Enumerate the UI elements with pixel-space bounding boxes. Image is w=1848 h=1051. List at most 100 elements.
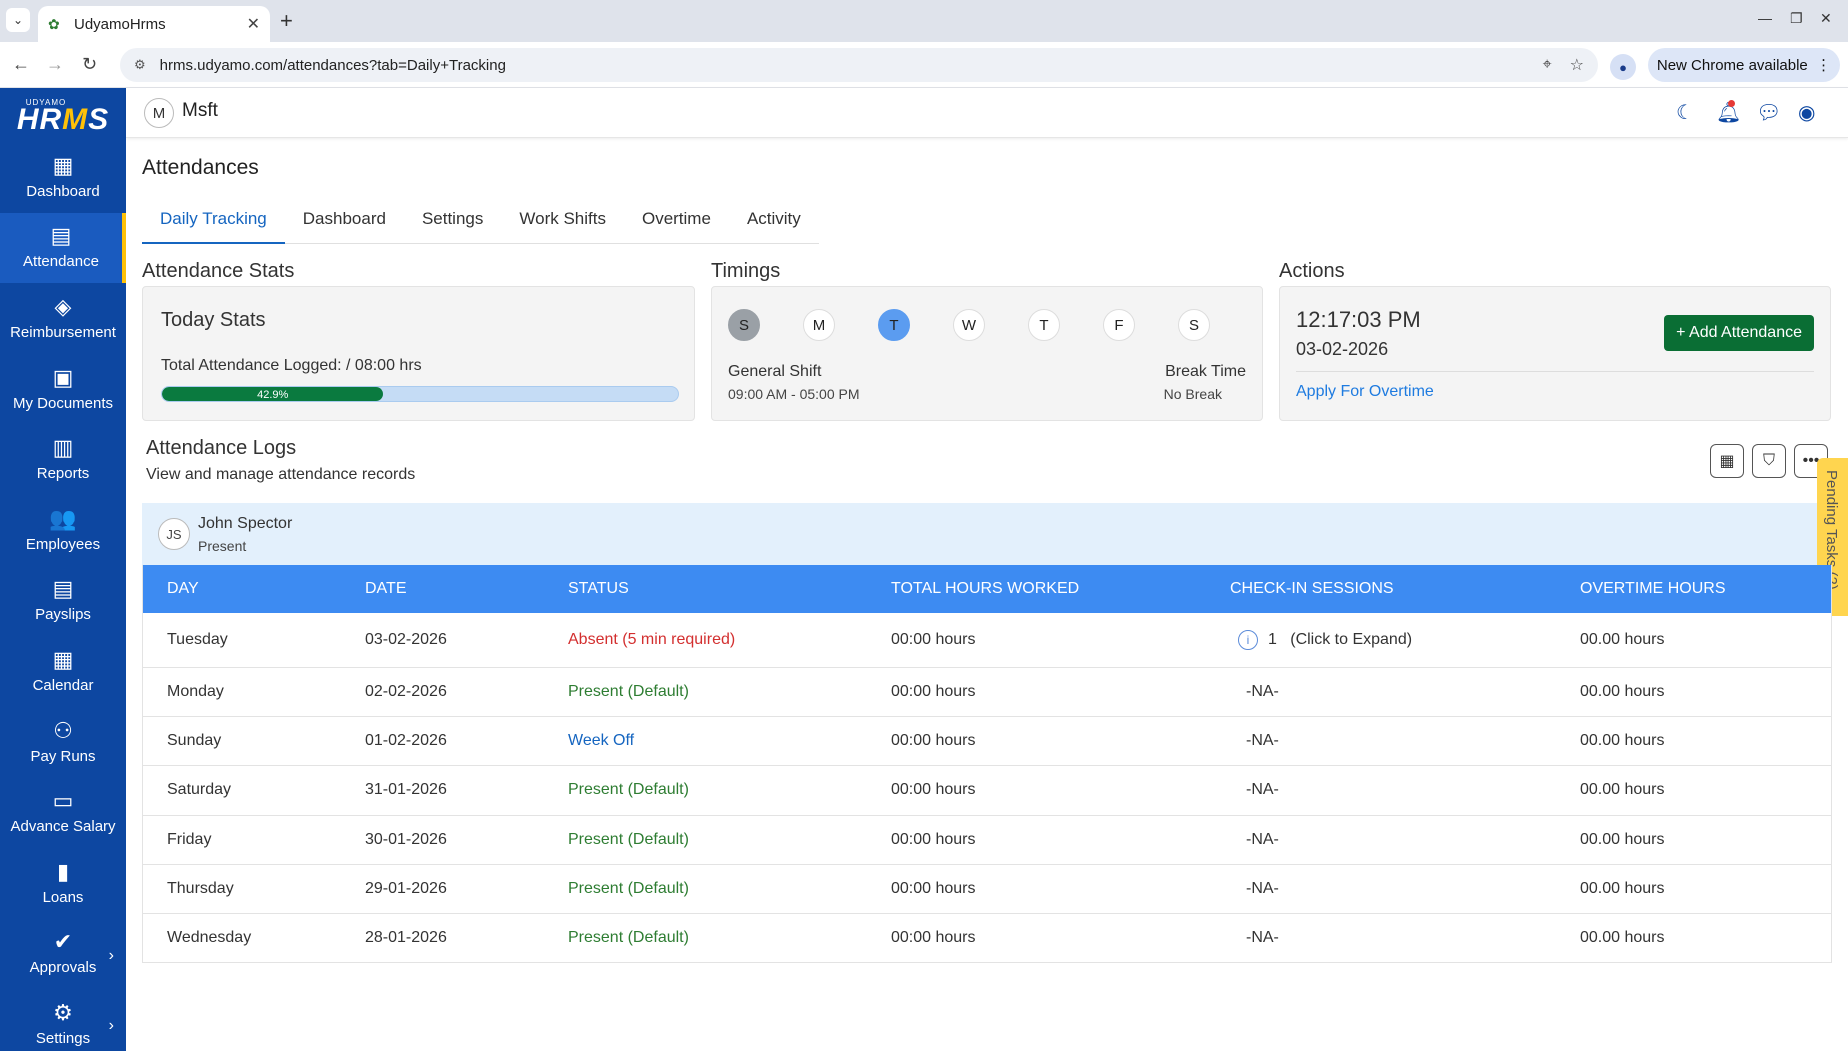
tab-overtime[interactable]: Overtime xyxy=(624,200,729,244)
tab-work-shifts[interactable]: Work Shifts xyxy=(501,200,624,244)
sidebar-item-my-documents[interactable]: ▣ My Documents xyxy=(0,354,126,425)
attendance-logs-title: Attendance Logs xyxy=(146,437,297,459)
sidebar-item-calendar[interactable]: ▦ Calendar xyxy=(0,636,126,707)
table-row[interactable]: Wednesday 28-01-2026 Present (Default) 0… xyxy=(143,913,1831,964)
sidebar-item-label: Dashboard xyxy=(26,182,100,200)
column-header-total-hours: TOTAL HOURS WORKED xyxy=(891,580,1080,597)
table-row[interactable]: Monday 02-02-2026 Present (Default) 00:0… xyxy=(143,668,1831,718)
people-icon: 👥 xyxy=(49,505,77,531)
close-window-icon[interactable]: ✕ xyxy=(1820,10,1832,27)
day-friday[interactable]: F xyxy=(1103,309,1135,341)
day-tuesday[interactable]: T xyxy=(878,309,910,341)
dashboard-icon: ▦ xyxy=(52,152,74,178)
sidebar-item-pay-runs[interactable]: ⚇ Pay Runs xyxy=(0,707,126,778)
chrome-update-button[interactable]: New Chrome available ⋮ xyxy=(1648,48,1840,82)
chart-icon: ▥ xyxy=(52,435,74,461)
location-icon[interactable]: ⌖ xyxy=(1543,56,1552,74)
chevron-right-icon: › xyxy=(108,1017,114,1035)
sidebar-item-attendance[interactable]: ▤ Attendance xyxy=(0,212,126,284)
table-row[interactable]: Thursday 29-01-2026 Present (Default) 00… xyxy=(143,864,1831,914)
day-sunday[interactable]: S xyxy=(728,309,760,341)
tab-search-chevron-icon[interactable]: ⌄ xyxy=(6,8,30,32)
chevron-right-icon: › xyxy=(108,946,114,964)
check-circle-icon: ✔ xyxy=(53,929,73,955)
day-monday[interactable]: M xyxy=(803,309,835,341)
cell-date: 28-01-2026 xyxy=(365,929,447,947)
new-tab-icon[interactable]: + xyxy=(280,8,293,34)
cell-sessions: -NA- xyxy=(1246,929,1279,947)
minimize-icon[interactable]: — xyxy=(1758,10,1772,26)
chat-icon[interactable]: 💬︎ xyxy=(1756,100,1781,125)
filter-button[interactable]: ⛉ xyxy=(1752,444,1786,478)
sidebar-item-loans[interactable]: ▮ Loans xyxy=(0,848,126,919)
apply-overtime-link[interactable]: Apply For Overtime xyxy=(1296,383,1434,401)
tab-activity[interactable]: Activity xyxy=(729,200,819,244)
sidebar-item-label: Employees xyxy=(25,535,101,553)
site-settings-icon[interactable]: ⚙ xyxy=(134,57,146,73)
url-field[interactable]: ⚙ hrms.udyamo.com/attendances?tab=Daily+… xyxy=(120,48,1598,82)
employee-avatar: JS xyxy=(158,518,190,550)
info-icon: i xyxy=(1238,630,1258,650)
cell-overtime: 00.00 hours xyxy=(1580,830,1665,848)
sidebar-item-label: My Documents xyxy=(12,394,114,412)
day-thursday[interactable]: T xyxy=(1028,309,1060,341)
sidebar-item-label: Pay Runs xyxy=(30,747,96,765)
tab-dashboard[interactable]: Dashboard xyxy=(285,200,404,244)
document-icon: ▣ xyxy=(52,364,74,390)
table-row[interactable]: Tuesday 03-02-2026 Absent (5 min require… xyxy=(143,613,1831,668)
sidebar-item-advance-salary[interactable]: ▭ Advance Salary xyxy=(0,777,126,848)
filter-funnel-icon: ⛉ xyxy=(1762,452,1775,469)
gear-icon: ⚙ xyxy=(53,999,73,1025)
back-icon[interactable]: ← xyxy=(12,54,30,75)
cell-day: Tuesday xyxy=(167,631,228,648)
cell-status: Present (Default) xyxy=(568,830,689,848)
user-account-icon[interactable]: ◉ xyxy=(1798,100,1815,125)
cell-day: Wednesday xyxy=(167,929,252,947)
sidebar-item-reports[interactable]: ▥ Reports xyxy=(0,424,126,495)
shift-name: General Shift xyxy=(728,363,822,380)
sidebar-item-reimbursement[interactable]: ◈ Reimbursement xyxy=(0,283,126,354)
logo[interactable]: UDYAMO HRMS xyxy=(0,88,126,142)
pay-runs-icon: ⚇ xyxy=(53,717,73,743)
forward-icon[interactable]: → xyxy=(46,54,64,75)
day-saturday[interactable]: S xyxy=(1178,309,1210,341)
sidebar-item-label: Reimbursement xyxy=(10,323,116,341)
cell-day: Sunday xyxy=(167,732,222,750)
cell-hours: 00:00 hours xyxy=(891,683,976,701)
calendar-filter-button[interactable]: ▦ xyxy=(1710,444,1744,478)
table-row[interactable]: Saturday 31-01-2026 Present (Default) 00… xyxy=(143,766,1831,816)
bookmark-star-icon[interactable]: ☆ xyxy=(1570,55,1584,75)
table-row[interactable]: Friday 30-01-2026 Present (Default) 00:0… xyxy=(143,815,1831,865)
sidebar: UDYAMO HRMS ▦ Dashboard ▤ Attendance ◈ Reim… xyxy=(0,88,126,1051)
cell-sessions: -NA- xyxy=(1246,732,1279,750)
profile-icon[interactable]: ● xyxy=(1610,54,1636,80)
sidebar-item-dashboard[interactable]: ▦ Dashboard xyxy=(0,142,126,213)
restore-icon[interactable]: ❐ xyxy=(1790,10,1803,27)
table-header: DAY DATE STATUS TOTAL HOURS WORKED CHECK… xyxy=(143,565,1831,613)
sidebar-item-settings[interactable]: ⚙ Settings › xyxy=(0,989,126,1051)
tab-settings[interactable]: Settings xyxy=(404,200,501,244)
cell-date: 02-02-2026 xyxy=(365,683,447,701)
dark-mode-moon-icon[interactable]: ☾ xyxy=(1676,100,1694,125)
sidebar-item-approvals[interactable]: ✔ Approvals › xyxy=(0,919,126,990)
divider xyxy=(1296,371,1814,372)
sidebar-item-label: Reports xyxy=(36,465,90,483)
notification-badge xyxy=(1728,100,1735,107)
cell-sessions: -NA- xyxy=(1246,879,1279,897)
browser-tab[interactable]: ✿ UdyamoHrms ✕ xyxy=(38,6,270,42)
sidebar-item-label: Attendance xyxy=(23,253,99,271)
employee-row[interactable]: JS John Spector Present xyxy=(142,503,1817,565)
cell-hours: 00:00 hours xyxy=(891,929,976,947)
org-avatar[interactable]: M xyxy=(144,98,174,128)
tab-daily-tracking[interactable]: Daily Tracking xyxy=(142,200,285,244)
sidebar-item-payslips[interactable]: ▤ Payslips xyxy=(0,566,126,637)
reload-icon[interactable]: ↻ xyxy=(82,54,97,75)
url-text: hrms.udyamo.com/attendances?tab=Daily+Tr… xyxy=(159,56,506,74)
sidebar-item-employees[interactable]: 👥 Employees xyxy=(0,495,126,566)
table-row[interactable]: Sunday 01-02-2026 Week Off 00:00 hours -… xyxy=(143,717,1831,767)
day-wednesday[interactable]: W xyxy=(953,309,985,341)
column-header-overtime-hours: OVERTIME HOURS xyxy=(1580,580,1726,597)
add-attendance-button[interactable]: + Add Attendance xyxy=(1664,315,1814,351)
checkin-sessions-expand[interactable]: i 1 (Click to Expand) xyxy=(1238,630,1412,650)
tab-close-icon[interactable]: ✕ xyxy=(247,14,260,34)
